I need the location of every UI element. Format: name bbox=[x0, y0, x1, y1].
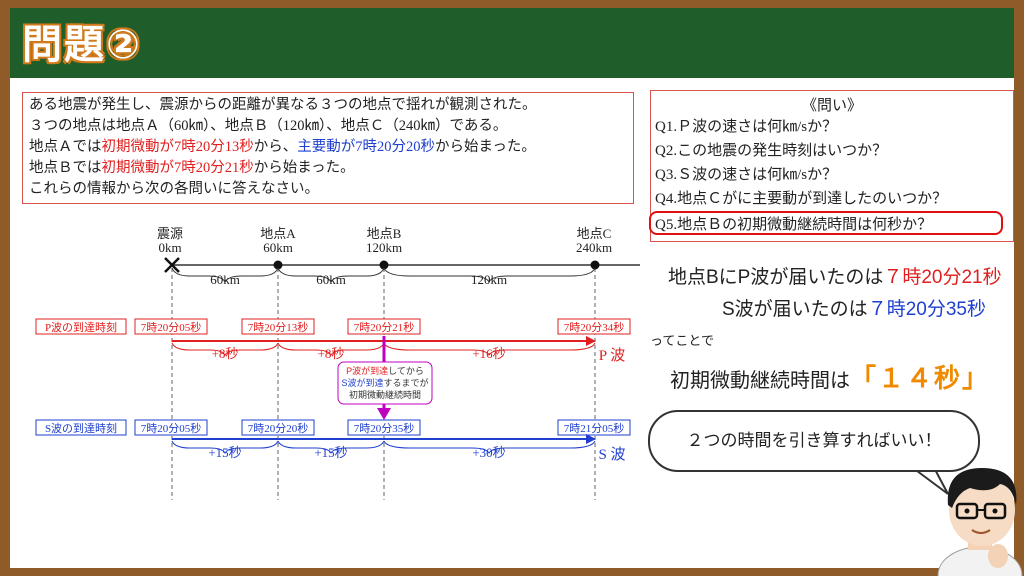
p-arrival-time: ７時20分21秒 bbox=[883, 267, 1002, 288]
point-dist-epicenter: 0km bbox=[158, 240, 181, 255]
so-text: ってことで bbox=[650, 334, 714, 349]
p-time: 7時20分21秒 bbox=[354, 320, 415, 334]
callout-text: してから bbox=[388, 366, 424, 376]
p-wave-label: P 波 bbox=[599, 347, 626, 364]
point-label-c: 地点C bbox=[577, 226, 612, 241]
p-time: 7時20分13秒 bbox=[248, 320, 309, 334]
callout-line-3: 初期微動継続時間 bbox=[349, 389, 421, 400]
s-diff: +15秒 bbox=[314, 445, 347, 460]
s-time: 7時21分05秒 bbox=[564, 421, 625, 435]
callout-line-1: P波が到達してから bbox=[346, 365, 424, 376]
s-wave-label: S 波 bbox=[598, 446, 625, 463]
point-label-a: 地点A bbox=[260, 226, 296, 241]
callout-line-2: S波が到達するまでが bbox=[341, 377, 428, 388]
statement-text: 地点BにP波が届いたのは bbox=[668, 267, 884, 288]
segment-distance: 60km bbox=[210, 272, 240, 287]
p-diff: +16秒 bbox=[472, 346, 505, 361]
s-row-label: S波の到達時刻 bbox=[45, 421, 117, 435]
p-row-label: P波の到達時刻 bbox=[45, 320, 117, 334]
callout-arrow-icon bbox=[377, 408, 391, 420]
segment-distance: 120km bbox=[471, 272, 507, 287]
s-arrival-time: ７時20分35秒 bbox=[867, 299, 986, 320]
point-dist-a: 60km bbox=[263, 240, 293, 255]
s-time: 7時20分20秒 bbox=[248, 421, 309, 435]
answer-line: 初期微動継続時間は「１４秒」 bbox=[670, 358, 990, 395]
p-diff: +8秒 bbox=[212, 346, 239, 361]
speech-bubble: ２つの時間を引き算すればいい！ bbox=[648, 410, 980, 472]
statement-text: S波が届いたのは bbox=[722, 299, 868, 320]
p-time: 7時20分34秒 bbox=[564, 320, 625, 334]
p-diff: +8秒 bbox=[318, 346, 345, 361]
point-label-epicenter: 震源 bbox=[157, 226, 183, 241]
answer-value: 「１４秒」 bbox=[850, 364, 991, 394]
callout-s: S波が到達 bbox=[341, 377, 383, 388]
s-time: 7時20分35秒 bbox=[354, 421, 415, 435]
callout-p: P波が到達 bbox=[346, 365, 388, 376]
p-time: 7時20分05秒 bbox=[141, 320, 202, 334]
point-dist-b: 120km bbox=[366, 240, 402, 255]
s-time: 7時20分05秒 bbox=[141, 421, 202, 435]
point-label-b: 地点B bbox=[367, 226, 402, 241]
point-dist-c: 240km bbox=[576, 240, 612, 255]
s-diff: +15秒 bbox=[208, 445, 241, 460]
callout-text: するまでが bbox=[384, 377, 429, 388]
p-arrival-statement: 地点BにP波が届いたのは７時20分21秒 bbox=[668, 262, 1002, 289]
segment-distance: 60km bbox=[316, 272, 346, 287]
answer-prefix: 初期微動継続時間は bbox=[670, 368, 850, 392]
s-diff: +30秒 bbox=[472, 445, 505, 460]
s-arrival-statement: S波が届いたのは７時20分35秒 bbox=[722, 294, 986, 321]
